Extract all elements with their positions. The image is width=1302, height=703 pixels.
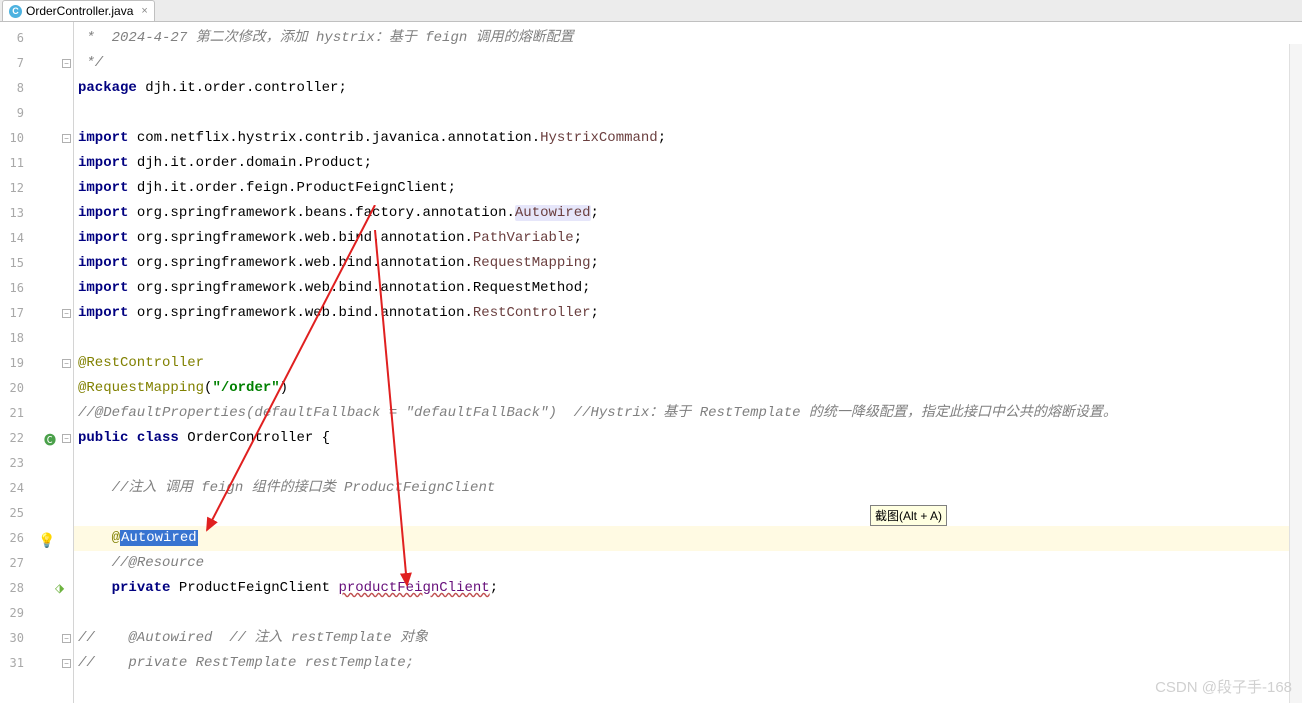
line-number: 22 (0, 426, 32, 451)
line-number: 9 (0, 101, 32, 126)
code-line[interactable] (74, 326, 1302, 351)
code-line[interactable]: import djh.it.order.feign.ProductFeignCl… (74, 176, 1302, 201)
gutter-row (32, 201, 73, 226)
line-number: 6 (0, 26, 32, 51)
code-line[interactable]: // private RestTemplate restTemplate; (74, 651, 1302, 676)
line-number: 11 (0, 151, 32, 176)
line-number: 25 (0, 501, 32, 526)
gutter-row (32, 276, 73, 301)
fold-toggle[interactable]: − (62, 434, 71, 443)
line-number: 27 (0, 551, 32, 576)
line-number: 20 (0, 376, 32, 401)
code-line[interactable]: @Autowired💡 (74, 526, 1302, 551)
fold-toggle[interactable]: − (62, 634, 71, 643)
code-line[interactable]: package djh.it.order.controller; (74, 76, 1302, 101)
gutter-row (32, 176, 73, 201)
line-number: 13 (0, 201, 32, 226)
fold-toggle[interactable]: − (62, 59, 71, 68)
bean-gutter-icon[interactable]: ⬗ (55, 581, 71, 597)
tab-filename: OrderController.java (26, 4, 133, 18)
fold-toggle[interactable]: − (62, 659, 71, 668)
line-number: 12 (0, 176, 32, 201)
line-number: 29 (0, 601, 32, 626)
intention-bulb-icon[interactable]: 💡 (38, 530, 55, 555)
code-editor[interactable]: 6789101112131415161718192021222324252627… (0, 22, 1302, 703)
line-number: 31 (0, 651, 32, 676)
code-line[interactable]: // @Autowired // 注入 restTemplate 对象 (74, 626, 1302, 651)
line-number: 8 (0, 76, 32, 101)
gutter-row (32, 101, 73, 126)
line-number: 30 (0, 626, 32, 651)
line-number: 23 (0, 451, 32, 476)
gutter-row: − (32, 651, 73, 676)
class-gutter-icon: 🅒 (44, 431, 60, 447)
gutter-row (32, 376, 73, 401)
code-line[interactable]: * 2024-4-27 第二次修改，添加 hystrix：基于 feign 调用… (74, 26, 1302, 51)
code-line[interactable]: import djh.it.order.domain.Product; (74, 151, 1302, 176)
gutter-row (32, 26, 73, 51)
code-line[interactable] (74, 101, 1302, 126)
gutter-row: 🅒− (32, 426, 73, 451)
fold-toggle[interactable]: − (62, 309, 71, 318)
code-line[interactable]: //注入 调用 feign 组件的接口类 ProductFeignClient (74, 476, 1302, 501)
line-number: 24 (0, 476, 32, 501)
code-line[interactable]: import org.springframework.beans.factory… (74, 201, 1302, 226)
gutter-row (32, 251, 73, 276)
fold-toggle[interactable]: − (62, 134, 71, 143)
line-number: 17 (0, 301, 32, 326)
gutter-row: − (32, 126, 73, 151)
code-line[interactable] (74, 601, 1302, 626)
line-number: 28 (0, 576, 32, 601)
code-line[interactable]: //@Resource (74, 551, 1302, 576)
fold-toggle[interactable]: − (62, 359, 71, 368)
line-number: 26 (0, 526, 32, 551)
line-number: 21 (0, 401, 32, 426)
gutter-row (32, 226, 73, 251)
gutter-row (32, 401, 73, 426)
close-icon[interactable]: × (141, 5, 147, 17)
gutter-row: − (32, 626, 73, 651)
scrollbar-vertical[interactable] (1289, 44, 1302, 703)
java-class-icon: C (9, 5, 22, 18)
gutter-row: ⬗ (32, 576, 73, 601)
code-line[interactable]: @RequestMapping("/order") (74, 376, 1302, 401)
gutter-row: − (32, 51, 73, 76)
code-line[interactable]: private ProductFeignClient productFeignC… (74, 576, 1302, 601)
line-number: 7 (0, 51, 32, 76)
code-line[interactable]: public class OrderController { (74, 426, 1302, 451)
code-line[interactable]: */ (74, 51, 1302, 76)
code-line[interactable] (74, 501, 1302, 526)
gutter-row (32, 451, 73, 476)
line-number: 19 (0, 351, 32, 376)
line-number: 16 (0, 276, 32, 301)
code-line[interactable]: //@DefaultProperties(defaultFallback = "… (74, 401, 1302, 426)
gutter-row: − (32, 351, 73, 376)
gutter-row (32, 501, 73, 526)
screenshot-tooltip: 截图(Alt + A) (870, 505, 947, 526)
gutter-row (32, 76, 73, 101)
gutter-row (32, 151, 73, 176)
gutter-row (32, 476, 73, 501)
editor-tab[interactable]: C OrderController.java × (2, 0, 155, 21)
line-number: 15 (0, 251, 32, 276)
code-line[interactable]: import com.netflix.hystrix.contrib.javan… (74, 126, 1302, 151)
gutter-row (32, 601, 73, 626)
code-line[interactable]: import org.springframework.web.bind.anno… (74, 226, 1302, 251)
code-line[interactable]: import org.springframework.web.bind.anno… (74, 276, 1302, 301)
line-number: 14 (0, 226, 32, 251)
tab-bar: C OrderController.java × (0, 0, 1302, 22)
line-number: 10 (0, 126, 32, 151)
line-number-gutter: 6789101112131415161718192021222324252627… (0, 22, 32, 703)
gutter-row (32, 326, 73, 351)
code-line[interactable]: import org.springframework.web.bind.anno… (74, 251, 1302, 276)
code-line[interactable]: @RestController (74, 351, 1302, 376)
code-line[interactable]: import org.springframework.web.bind.anno… (74, 301, 1302, 326)
gutter-icons: −−−−🅒−⬗−− (32, 22, 74, 703)
code-area[interactable]: * 2024-4-27 第二次修改，添加 hystrix：基于 feign 调用… (74, 22, 1302, 703)
line-number: 18 (0, 326, 32, 351)
code-line[interactable] (74, 451, 1302, 476)
gutter-row: − (32, 301, 73, 326)
